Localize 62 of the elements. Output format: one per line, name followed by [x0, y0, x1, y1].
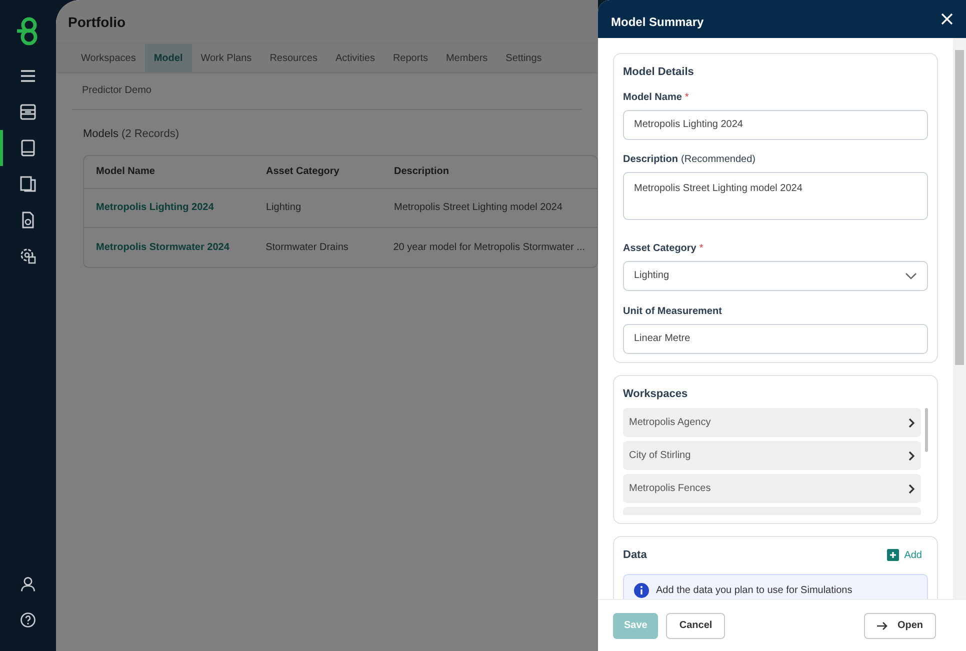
field-label: Model Name: [623, 90, 682, 104]
field-label: Description: [623, 152, 678, 166]
table-cell-text: Metropolis Street Lighting model 2024: [394, 201, 564, 215]
page-title: Portfolio: [68, 12, 126, 32]
description-field[interactable]: Metropolis Street Lighting model 2024: [623, 172, 928, 220]
tab[interactable]: Members: [436, 44, 497, 72]
tab[interactable]: Reports: [384, 44, 437, 72]
text-field[interactable]: Linear Metre: [623, 324, 928, 354]
section-heading: Model Details: [623, 65, 695, 80]
help-icon[interactable]: [19, 611, 37, 629]
tab[interactable]: Resources: [260, 44, 326, 72]
tab[interactable]: Work Plans: [192, 44, 261, 72]
text-field[interactable]: Metropolis Lighting 2024: [623, 110, 928, 140]
plus-icon: [887, 549, 900, 562]
chevron-right-icon: [908, 418, 915, 428]
scrollbar[interactable]: [953, 38, 966, 599]
list-scrollbar[interactable]: [925, 408, 928, 452]
model-link[interactable]: Metropolis Stormwater 2024: [96, 240, 266, 254]
field-label: Unit of Measurement: [623, 304, 722, 318]
panel-title: Model Summary: [611, 14, 704, 30]
tab[interactable]: Model: [144, 44, 192, 72]
workspace-item[interactable]: Metropolis Fences: [623, 474, 921, 503]
model-link[interactable]: Metropolis Lighting 2024: [96, 200, 266, 215]
close-icon[interactable]: [941, 13, 953, 25]
chevron-right-icon: [908, 484, 915, 494]
table-cell-text: Lighting: [266, 201, 302, 215]
chevron-right-icon: [908, 450, 915, 460]
field-label: Asset Category: [623, 242, 696, 256]
select-value: Lighting: [634, 269, 670, 283]
workspace-name: City of Stirling: [629, 449, 691, 463]
section-heading: Workspaces: [623, 386, 689, 402]
workspace-item[interactable]: City of Stirling: [623, 441, 921, 470]
user-icon[interactable]: [19, 575, 37, 593]
open-button[interactable]: Open: [864, 612, 936, 638]
column-header: Description: [394, 165, 450, 179]
workspace-name: Metropolis Agency: [629, 416, 711, 430]
table-cell-text: Stormwater Drains: [266, 240, 350, 254]
settings-icon[interactable]: [18, 246, 38, 266]
arrow-right-icon: [877, 620, 888, 630]
record-count: (2 Records): [122, 128, 179, 140]
info-text: Add the data you plan to use for Simulations: [656, 584, 852, 598]
select-field[interactable]: Lighting: [623, 260, 928, 290]
tab[interactable]: Workspaces: [72, 44, 145, 72]
section-title: Models: [83, 128, 118, 140]
info-icon: [634, 583, 649, 598]
add-button[interactable]: Add: [887, 548, 922, 563]
column-header: Asset Category: [266, 165, 340, 179]
board-icon[interactable]: [18, 102, 38, 122]
workspace-item[interactable]: Metropolis Agency: [623, 408, 921, 437]
documents-icon[interactable]: [18, 174, 38, 194]
tab[interactable]: Activities: [326, 44, 384, 72]
field-hint: (Recommended): [681, 152, 756, 166]
section-heading: Data: [623, 548, 647, 563]
chevron-down-icon: [905, 272, 917, 280]
required-mark: *: [699, 242, 704, 256]
table-cell-text: 20 year model for Metropolis Stormwater ...: [393, 240, 585, 254]
tab[interactable]: Settings: [496, 44, 551, 72]
cancel-button[interactable]: Cancel: [666, 612, 726, 638]
column-header: Model Name: [96, 165, 156, 179]
workspace-name: Metropolis Fences: [629, 482, 711, 496]
breadcrumb[interactable]: Predictor Demo: [82, 83, 152, 98]
required-mark: *: [684, 90, 689, 104]
